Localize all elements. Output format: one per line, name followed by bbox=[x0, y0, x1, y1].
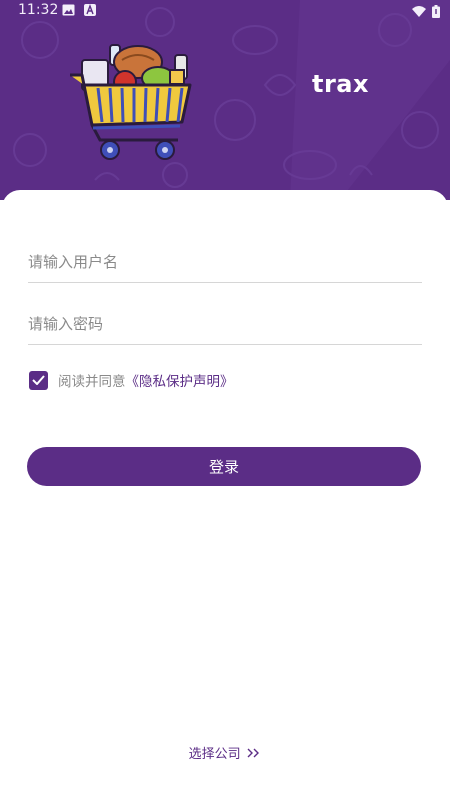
logo-x: x bbox=[353, 70, 369, 98]
agree-checkbox[interactable] bbox=[29, 370, 48, 390]
logo-text: tra bbox=[312, 70, 354, 98]
doodle-background bbox=[13, 0, 450, 200]
login-button[interactable]: 登录 bbox=[27, 447, 421, 486]
status-time: 11:32 bbox=[18, 2, 59, 18]
image-icon bbox=[62, 4, 75, 20]
a-notification-icon bbox=[84, 4, 96, 20]
password-input[interactable] bbox=[28, 305, 422, 343]
wifi-icon bbox=[412, 6, 426, 21]
shopping-cart-illustration bbox=[70, 44, 192, 160]
status-bar: 11:32 bbox=[0, 0, 450, 22]
agree-text: 阅读并同意 bbox=[58, 374, 126, 390]
double-chevron-right-icon bbox=[244, 747, 262, 761]
privacy-policy-link[interactable]: 《隐私保护声明》 bbox=[126, 370, 234, 390]
header-banner: 11:32 trax bbox=[0, 0, 450, 200]
battery-icon bbox=[432, 5, 440, 22]
trax-logo: trax bbox=[312, 70, 369, 98]
username-input[interactable] bbox=[28, 243, 422, 281]
password-field bbox=[28, 305, 422, 345]
select-company-label: 选择公司 bbox=[188, 747, 241, 762]
select-company-link[interactable]: 选择公司 bbox=[0, 743, 450, 762]
checkmark-icon bbox=[32, 375, 45, 385]
login-screen: 11:32 trax 请输入用户名 阅读并同意 《隐私保护声明》 登录 选择公司 bbox=[0, 0, 450, 800]
privacy-agreement-row: 阅读并同意 《隐私保护声明》 bbox=[29, 369, 234, 391]
username-field bbox=[28, 243, 422, 283]
